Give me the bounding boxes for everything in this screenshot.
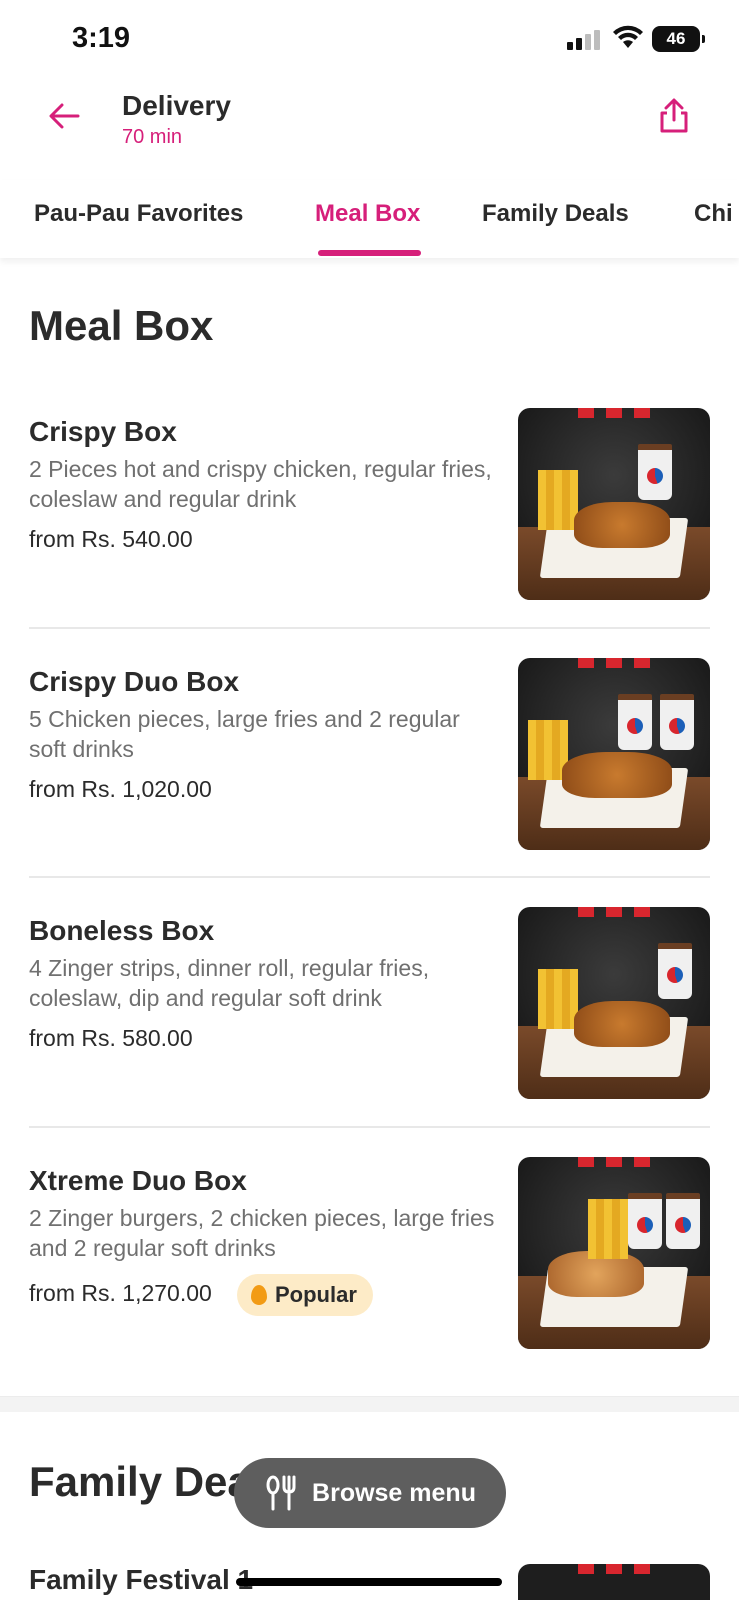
item-price: from Rs. 1,020.00 [29, 776, 212, 802]
page-title: Delivery [122, 90, 231, 121]
tab-pau-pau-favorites[interactable]: Pau-Pau Favorites [34, 200, 243, 228]
browse-menu-button[interactable]: Browse menu [234, 1458, 506, 1528]
share-icon [660, 98, 688, 133]
home-indicator[interactable] [236, 1578, 502, 1586]
category-tabs: Pau-Pau Favorites Meal Box Family Deals … [0, 180, 739, 258]
delivery-time: 70 min [122, 126, 183, 148]
tab-family-deals[interactable]: Family Deals [482, 200, 629, 228]
status-bar: 3:19 46 [0, 0, 739, 80]
header: Delivery 70 min [0, 80, 739, 180]
divider [29, 876, 710, 878]
back-button[interactable] [44, 96, 84, 136]
divider [29, 1126, 710, 1128]
item-price: from Rs. 540.00 [29, 526, 193, 552]
item-name: Xtreme Duo Box [29, 1165, 247, 1196]
item-name: Crispy Duo Box [29, 666, 240, 697]
item-image [518, 1157, 710, 1349]
tab-meal-box[interactable]: Meal Box [315, 200, 420, 228]
status-time: 3:19 [72, 22, 131, 54]
popular-badge: Popular [237, 1274, 373, 1316]
section-title: Family Dea [29, 1458, 251, 1505]
item-image [518, 1564, 710, 1600]
item-description: 2 Pieces hot and crispy chicken, regular… [29, 456, 492, 512]
section-separator [0, 1396, 739, 1412]
menu-item[interactable]: Xtreme Duo Box 2 Zinger burgers, 2 chick… [29, 1157, 710, 1407]
item-description: 4 Zinger strips, dinner roll, regular fr… [29, 955, 430, 1011]
battery-icon: 46 [652, 26, 705, 52]
item-description: 5 Chicken pieces, large fries and 2 regu… [29, 706, 460, 762]
arrow-left-icon [49, 103, 80, 129]
item-price: from Rs. 580.00 [29, 1025, 193, 1051]
cutlery-icon [266, 1475, 296, 1511]
item-name[interactable]: Family Festival 1 [29, 1564, 253, 1596]
item-price: from Rs. 1,270.00 [29, 1280, 212, 1306]
badge-label: Popular [275, 1282, 357, 1307]
active-tab-indicator [318, 250, 421, 256]
section-title: Meal Box [29, 302, 214, 349]
item-image [518, 658, 710, 850]
wifi-icon [612, 24, 644, 55]
flame-icon [251, 1285, 267, 1305]
item-image [518, 907, 710, 1099]
menu-item[interactable]: Crispy Duo Box 5 Chicken pieces, large f… [29, 658, 710, 908]
item-image [518, 408, 710, 600]
cellular-signal-icon [567, 28, 600, 50]
tab-chi[interactable]: Chi [694, 200, 733, 228]
divider [29, 627, 710, 629]
menu-item[interactable]: Boneless Box 4 Zinger strips, dinner rol… [29, 907, 710, 1157]
browse-menu-label: Browse menu [312, 1478, 476, 1507]
item-name: Boneless Box [29, 915, 215, 946]
item-description: 2 Zinger burgers, 2 chicken pieces, larg… [29, 1205, 495, 1261]
item-name: Crispy Box [29, 416, 177, 447]
share-button[interactable] [652, 94, 696, 138]
menu-item[interactable]: Crispy Box 2 Pieces hot and crispy chick… [29, 408, 710, 658]
